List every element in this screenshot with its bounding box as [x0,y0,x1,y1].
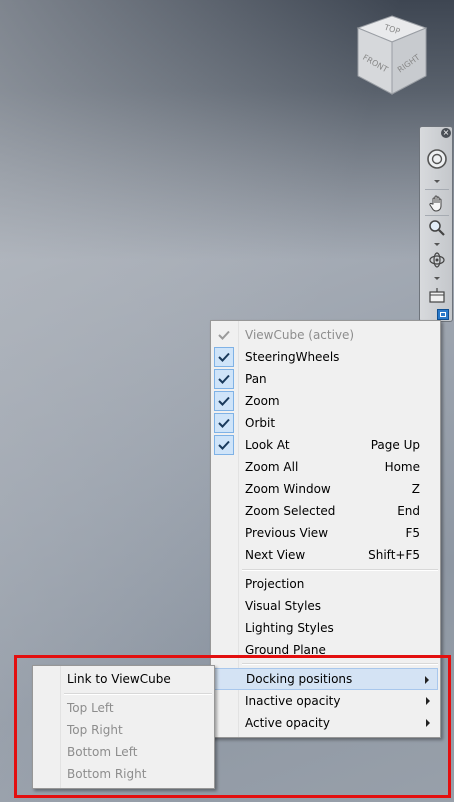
nav-divider [425,215,449,216]
customize-menu-icon[interactable] [437,309,449,320]
highlight-annotation-box [14,655,451,798]
pan-button[interactable] [424,193,450,213]
look-at-icon [429,288,445,303]
menu-item-shortcut: Home [384,460,420,474]
orbit-icon [429,252,445,268]
checkmark-icon [214,435,234,455]
menu-item-label: ViewCube (active) [245,328,355,342]
steering-wheel-button[interactable] [424,147,450,171]
menu-item-label: Zoom [245,394,280,408]
menu-item-projection[interactable]: Projection [213,573,438,595]
menu-item-zoom-all[interactable]: Zoom All Home [213,456,438,478]
nav-divider [425,189,449,190]
menu-item-look-at[interactable]: Look At Page Up [213,434,438,456]
menu-item-zoom-selected[interactable]: Zoom Selected End [213,500,438,522]
menu-item-shortcut: Shift+F5 [368,548,420,562]
zoom-button[interactable] [424,218,450,238]
menu-item-label: Projection [245,577,305,591]
menu-item-lighting-styles[interactable]: Lighting Styles [213,617,438,639]
menu-item-label: Pan [245,372,267,386]
chevron-down-icon[interactable] [434,243,440,246]
menu-item-previous-view[interactable]: Previous View F5 [213,522,438,544]
menu-item-shortcut: End [397,504,420,518]
menu-item-shortcut: F5 [405,526,420,540]
checkmark-icon [214,413,234,433]
zoom-magnifier-icon [429,220,445,236]
menu-item-label: Look At [245,438,290,452]
menu-item-visual-styles[interactable]: Visual Styles [213,595,438,617]
viewcube[interactable]: TOP FRONT RIGHT [354,14,430,96]
menu-item-label: Zoom All [245,460,299,474]
menu-item-viewcube[interactable]: ViewCube (active) [213,324,438,346]
menu-item-pan[interactable]: Pan [213,368,438,390]
menu-item-zoom-window[interactable]: Zoom Window Z [213,478,438,500]
menu-item-zoom[interactable]: Zoom [213,390,438,412]
menu-item-label: Orbit [245,416,276,430]
menu-item-label: SteeringWheels [245,350,340,364]
steering-wheel-icon [427,149,447,169]
close-icon[interactable]: × [441,128,451,138]
menu-item-shortcut: Z [411,482,420,496]
checkmark-icon [214,369,234,389]
chevron-down-icon[interactable] [434,180,440,183]
menu-item-orbit[interactable]: Orbit [213,412,438,434]
menu-item-label: Zoom Window [245,482,331,496]
navigation-bar[interactable]: × [419,126,453,322]
menu-item-label: Previous View [245,526,329,540]
look-at-button[interactable] [424,285,450,305]
chevron-down-icon[interactable] [434,277,440,280]
menu-item-label: Visual Styles [245,599,322,613]
menu-item-shortcut: Page Up [370,438,420,452]
pan-hand-icon [429,195,442,212]
checkmark-icon [214,347,234,367]
menu-separator [242,569,438,571]
checkmark-icon [214,391,234,411]
orbit-button[interactable] [424,250,450,270]
menu-item-label: Next View [245,548,306,562]
menu-item-label: Zoom Selected [245,504,336,518]
menu-item-next-view[interactable]: Next View Shift+F5 [213,544,438,566]
checkmark-icon [214,325,234,345]
menu-item-steeringwheels[interactable]: SteeringWheels [213,346,438,368]
menu-item-label: Lighting Styles [245,621,334,635]
